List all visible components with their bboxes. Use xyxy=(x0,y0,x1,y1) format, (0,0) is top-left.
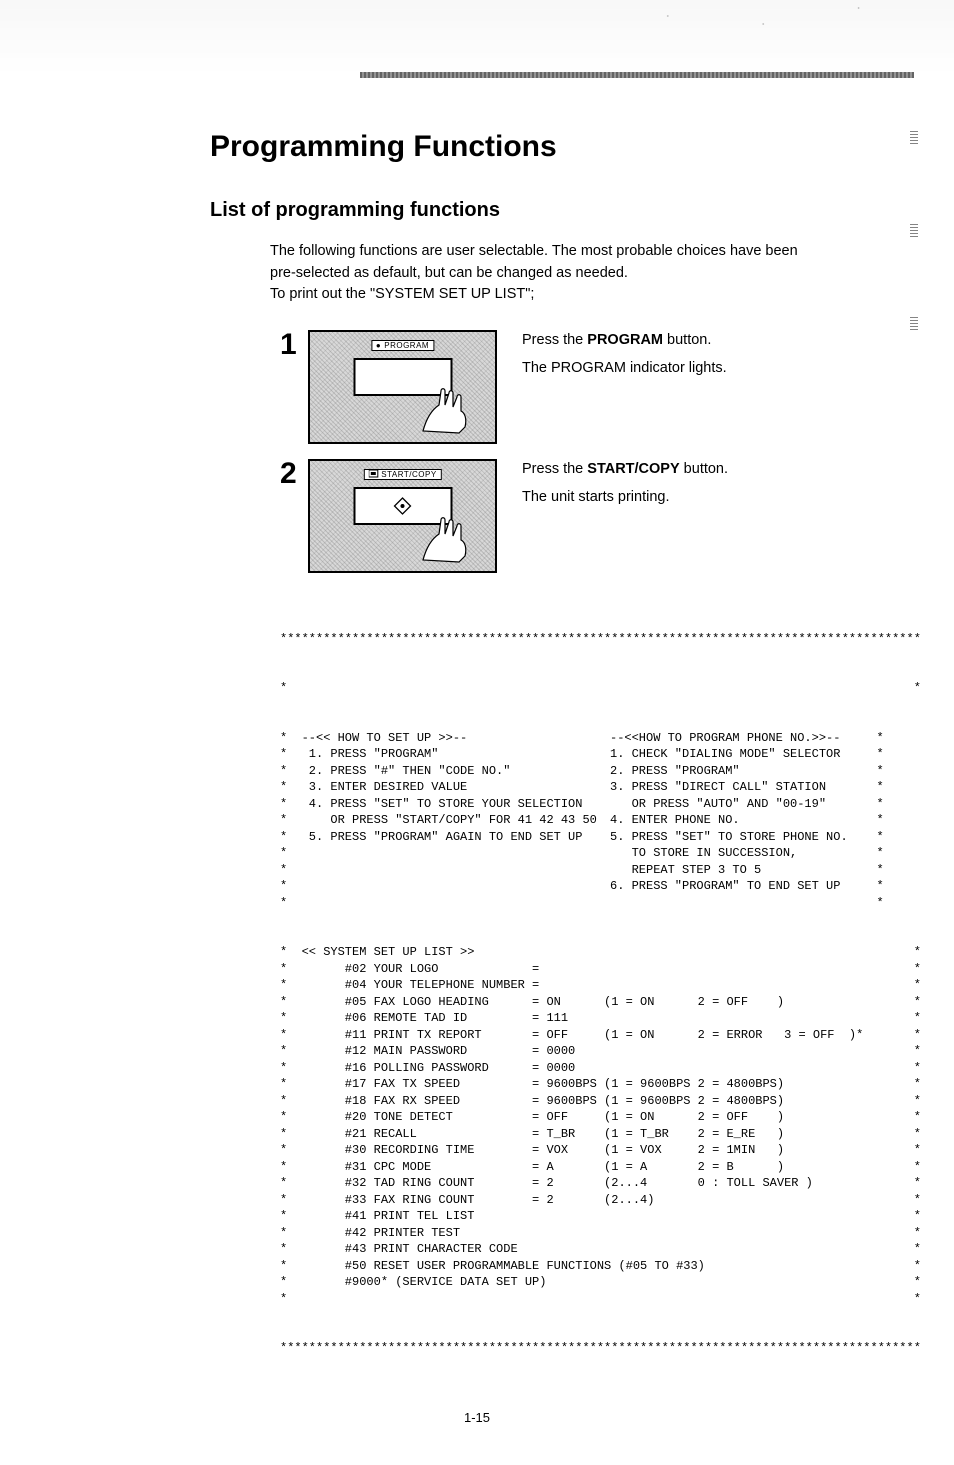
diamond-icon xyxy=(394,497,412,515)
step-row: 1 ● PROGRAM Press the PROGRAM button. Th… xyxy=(280,330,894,444)
program-button-label-icon: ● PROGRAM xyxy=(371,340,434,351)
howto-left-col: * --<< HOW TO SET UP >>-- * 1. PRESS "PR… xyxy=(280,730,610,912)
step-text: Press the PROGRAM button. The PROGRAM in… xyxy=(522,330,727,379)
steps-list: 1 ● PROGRAM Press the PROGRAM button. Th… xyxy=(280,330,894,573)
intro-paragraph: The following functions are user selecta… xyxy=(270,242,894,305)
step-action-prefix: Press the xyxy=(522,461,587,477)
printout-block: ****************************************… xyxy=(280,598,919,1390)
howto-right-col: --<<HOW TO PROGRAM PHONE NO.>>-- * 1. CH… xyxy=(610,730,919,912)
step-action-bold: PROGRAM xyxy=(587,332,663,348)
scan-noise-ruler xyxy=(360,72,914,78)
button-label-text: START/COPY xyxy=(381,470,436,479)
step-action-suffix: button. xyxy=(680,461,728,477)
printout-blank: * * xyxy=(280,680,919,697)
intro-line: The following functions are user selecta… xyxy=(270,242,894,262)
step-action-bold: START/COPY xyxy=(587,461,679,477)
step-text: Press the START/COPY button. The unit st… xyxy=(522,459,728,508)
step-action-prefix: Press the xyxy=(522,332,587,348)
step-action-suffix: button. xyxy=(663,332,711,348)
section-subtitle: List of programming functions xyxy=(210,199,894,222)
hand-icon xyxy=(415,381,475,436)
button-label-text: PROGRAM xyxy=(384,341,429,350)
intro-line: To print out the "SYSTEM SET UP LIST"; xyxy=(270,285,894,305)
page-number: 1-15 xyxy=(60,1410,894,1425)
step-result: The unit starts printing. xyxy=(522,487,728,507)
printout-border-bottom: ****************************************… xyxy=(280,1340,919,1357)
page-title: Programming Functions xyxy=(210,130,894,164)
doc-icon xyxy=(368,470,378,478)
step-illustration: START/COPY xyxy=(308,459,497,573)
step-illustration: ● PROGRAM xyxy=(308,330,497,444)
printout-border-top: ****************************************… xyxy=(280,631,919,648)
step-number: 1 xyxy=(280,330,308,360)
scan-noise-top xyxy=(0,0,954,80)
step-result: The PROGRAM indicator lights. xyxy=(522,358,727,378)
bullet-icon: ● xyxy=(376,341,381,350)
intro-line: pre-selected as default, but can be chan… xyxy=(270,264,894,284)
scan-marks-right xyxy=(910,130,920,330)
step-number: 2 xyxy=(280,459,308,489)
step-row: 2 START/COPY Press the START/COPY button… xyxy=(280,459,894,573)
startcopy-button-label-icon: START/COPY xyxy=(363,469,441,480)
setup-list: * << SYSTEM SET UP LIST >> * * #02 YOUR … xyxy=(280,944,919,1307)
hand-icon xyxy=(415,510,475,565)
